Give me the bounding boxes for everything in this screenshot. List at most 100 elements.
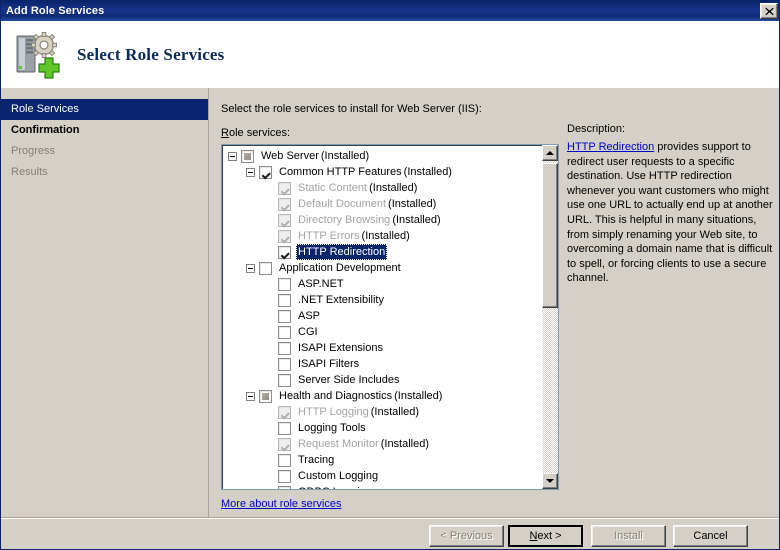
checkbox-partial[interactable] (259, 389, 272, 403)
checkbox-unchecked[interactable] (259, 261, 272, 275)
collapse-minus-icon[interactable] (246, 391, 255, 401)
tree-row[interactable]: Health and Diagnostics (Installed) (222, 388, 542, 404)
tree-row[interactable]: Server Side Includes (222, 372, 542, 388)
tree-row[interactable]: HTTP Logging (Installed) (222, 404, 542, 420)
tree-row-installed-suffix: (Installed) (388, 198, 437, 210)
tree-row-label: Directory Browsing (298, 214, 391, 226)
scrollbar-thumb[interactable] (542, 163, 558, 308)
collapse-minus-icon[interactable] (246, 263, 255, 273)
checkbox-unchecked[interactable] (278, 325, 291, 339)
checkbox-checked[interactable] (278, 245, 291, 259)
tree-row[interactable]: Tracing (222, 452, 542, 468)
tree-row-label: ASP (298, 310, 321, 322)
close-icon[interactable] (760, 3, 778, 19)
checkbox-installed (278, 229, 291, 243)
install-button-label: Install (614, 530, 643, 542)
tree-row-label: ODBC Logging (296, 484, 374, 489)
checkbox-unchecked[interactable] (278, 373, 291, 387)
tree-row[interactable]: Logging Tools (222, 420, 542, 436)
tree-row-installed-suffix: (Installed) (403, 166, 452, 178)
checkbox-unchecked[interactable] (278, 341, 291, 355)
previous-button: < Previous (429, 525, 504, 547)
wizard-steps-sidebar: Role Services Confirmation Progress Resu… (1, 88, 209, 518)
sidebar-item-label: Results (11, 166, 48, 178)
window-title: Add Role Services (6, 5, 105, 17)
tree-row[interactable]: CGI (222, 324, 542, 340)
scroll-down-glyph (546, 479, 554, 483)
checkbox-unchecked[interactable] (278, 277, 291, 291)
tree-row-installed-suffix: (Installed) (320, 150, 370, 162)
checkbox-installed (278, 213, 291, 227)
checkbox-unchecked[interactable] (278, 453, 291, 467)
sidebar-item-label: Confirmation (11, 124, 80, 136)
scroll-up-arrow-icon[interactable] (542, 145, 558, 161)
sidebar-item-confirmation[interactable]: Confirmation (1, 120, 208, 141)
checkbox-unchecked[interactable] (278, 309, 291, 323)
previous-button-label: < Previous (440, 530, 493, 542)
checkbox-checked[interactable] (259, 165, 272, 179)
tree-row-installed-suffix: (Installed) (361, 230, 410, 242)
tree-row[interactable]: Directory Browsing (Installed) (222, 212, 542, 228)
tree-row[interactable]: ODBC Logging (222, 484, 542, 489)
tree-row-label: ISAPI Filters (298, 358, 360, 370)
sidebar-item-results: Results (1, 162, 208, 183)
tree-row[interactable]: Web Server (Installed) (222, 148, 542, 164)
description-text: HTTP Redirection provides support to red… (567, 140, 773, 286)
sidebar-item-role-services[interactable]: Role Services (1, 99, 208, 120)
content-pane: Select the role services to install for … (209, 88, 779, 518)
collapse-minus-icon[interactable] (246, 167, 255, 177)
tree-row-label: HTTP Redirection (296, 244, 388, 260)
checkbox-unchecked[interactable] (278, 293, 291, 307)
checkbox-unchecked[interactable] (278, 469, 291, 483)
tree-row[interactable]: ASP (222, 308, 542, 324)
tree-row[interactable]: HTTP Redirection (222, 244, 542, 260)
checkbox-unchecked[interactable] (278, 421, 291, 435)
sidebar-item-label: Role Services (11, 103, 79, 115)
tree-row[interactable]: Default Document (Installed) (222, 196, 542, 212)
tree-row-label: HTTP Logging (298, 406, 369, 418)
tree-row[interactable]: ISAPI Filters (222, 356, 542, 372)
tree-row[interactable]: Common HTTP Features (Installed) (222, 164, 542, 180)
tree-row[interactable]: ISAPI Extensions (222, 340, 542, 356)
tree-row[interactable]: HTTP Errors (Installed) (222, 228, 542, 244)
dialog-body: Role Services Confirmation Progress Resu… (1, 88, 779, 518)
cancel-button[interactable]: Cancel (673, 525, 748, 547)
sidebar-item-progress: Progress (1, 141, 208, 162)
more-about-role-services-link[interactable]: More about role services (221, 498, 341, 510)
tree-row-label: Default Document (298, 198, 387, 210)
tree-row[interactable]: Static Content (Installed) (222, 180, 542, 196)
tree-row-label: Tracing (298, 454, 335, 466)
checkbox-unchecked[interactable] (278, 357, 291, 371)
tree-row[interactable]: Custom Logging (222, 468, 542, 484)
description-link[interactable]: HTTP Redirection (567, 141, 654, 153)
scroll-up-glyph (546, 151, 554, 155)
role-services-tree[interactable]: Web Server (Installed) Common HTTP Featur… (221, 144, 559, 490)
tree-row[interactable]: ASP.NET (222, 276, 542, 292)
tree-row-label: Common HTTP Features (279, 166, 402, 178)
tree-row[interactable]: Request Monitor (Installed) (222, 436, 542, 452)
next-button[interactable]: Next > (508, 525, 583, 547)
tree-row-label: Static Content (298, 182, 368, 194)
install-button: Install (591, 525, 666, 547)
tree-row-label: Request Monitor (298, 438, 379, 450)
checkbox-partial[interactable] (241, 149, 254, 163)
title-bar: Add Role Services (1, 1, 779, 21)
checkbox-unchecked[interactable] (278, 485, 291, 489)
wizard-header: Select Role Services (1, 21, 779, 88)
tree-row-label: Application Development (279, 262, 401, 274)
collapse-minus-icon[interactable] (228, 151, 237, 161)
tree-scroll-viewport: Web Server (Installed) Common HTTP Featur… (222, 145, 542, 489)
tree-row-label: .NET Extensibility (298, 294, 384, 306)
tree-row-label: Custom Logging (298, 470, 379, 482)
scroll-down-arrow-icon[interactable] (542, 473, 558, 489)
tree-row-label: Health and Diagnostics (279, 390, 393, 402)
tree-row[interactable]: .NET Extensibility (222, 292, 542, 308)
scrollbar-track[interactable] (542, 161, 558, 473)
checkbox-installed (278, 405, 291, 419)
tree-scrollbar[interactable] (542, 145, 558, 489)
tree-row[interactable]: Application Development (222, 260, 542, 276)
sidebar-item-label: Progress (11, 145, 56, 157)
tree-row-label: Logging Tools (298, 422, 366, 434)
checkbox-installed (278, 437, 291, 451)
page-title: Select Role Services (77, 44, 225, 64)
